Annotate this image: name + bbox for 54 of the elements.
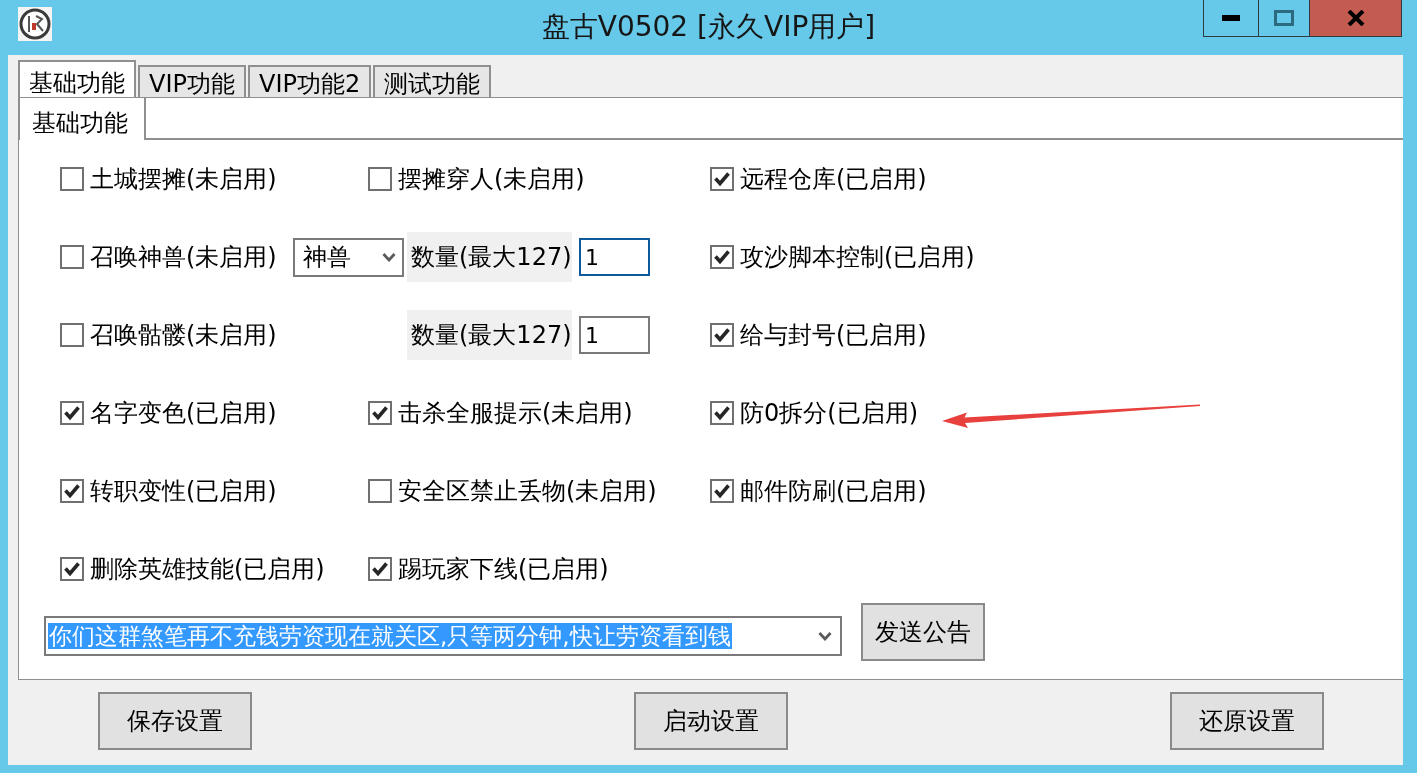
quantity-label: 数量(最大127) bbox=[407, 232, 572, 282]
checkbox[interactable] bbox=[60, 167, 84, 191]
minimize-icon bbox=[1222, 15, 1240, 21]
checkbox[interactable] bbox=[710, 167, 734, 191]
checkbox-label[interactable]: 土城摆摊(未启用) bbox=[90, 165, 277, 193]
checkbox[interactable] bbox=[710, 245, 734, 269]
send-notice-button[interactable]: 发送公告 bbox=[861, 603, 985, 661]
checkbox-label[interactable]: 名字变色(已启用) bbox=[90, 399, 277, 427]
checkbox-label[interactable]: 远程仓库(已启用) bbox=[740, 165, 927, 193]
app-logo-icon bbox=[18, 7, 52, 41]
quantity-field[interactable]: 1 bbox=[579, 316, 650, 354]
checkbox[interactable] bbox=[368, 557, 392, 581]
close-button[interactable] bbox=[1310, 0, 1402, 37]
checkbox[interactable] bbox=[710, 401, 734, 425]
dropdown-select[interactable]: 神兽 bbox=[293, 237, 404, 277]
checkbox[interactable] bbox=[60, 245, 84, 269]
tab[interactable]: VIP功能2 bbox=[247, 65, 372, 97]
maximize-icon bbox=[1274, 10, 1294, 26]
quantity-label: 数量(最大127) bbox=[407, 310, 572, 360]
checkbox[interactable] bbox=[710, 479, 734, 503]
action-button[interactable]: 保存设置 bbox=[98, 692, 252, 750]
action-button[interactable]: 启动设置 bbox=[634, 692, 788, 750]
checkbox-label[interactable]: 删除英雄技能(已启用) bbox=[90, 555, 325, 583]
tab[interactable]: 基础功能 bbox=[18, 60, 136, 97]
checkbox[interactable] bbox=[60, 479, 84, 503]
checkbox-label[interactable]: 给与封号(已启用) bbox=[740, 321, 927, 349]
checkbox-label[interactable]: 安全区禁止丢物(未启用) bbox=[398, 477, 657, 505]
checkbox[interactable] bbox=[368, 479, 392, 503]
window-title: 盘古V0502 [永久VIP用户] bbox=[541, 12, 876, 43]
quantity-field[interactable]: 1 bbox=[579, 238, 650, 276]
checkbox-label[interactable]: 踢玩家下线(已启用) bbox=[398, 555, 609, 583]
tab[interactable]: VIP功能 bbox=[138, 65, 246, 97]
checkbox[interactable] bbox=[60, 323, 84, 347]
checkbox-label[interactable]: 摆摊穿人(未启用) bbox=[398, 165, 585, 193]
minimize-button[interactable] bbox=[1203, 0, 1259, 37]
checkbox[interactable] bbox=[60, 401, 84, 425]
tab[interactable]: 测试功能 bbox=[373, 65, 492, 97]
checkbox[interactable] bbox=[368, 401, 392, 425]
checkbox-label[interactable]: 邮件防刷(已启用) bbox=[740, 477, 927, 505]
checkbox-label[interactable]: 防0拆分(已启用) bbox=[740, 399, 918, 427]
close-icon bbox=[1346, 10, 1365, 26]
checkbox[interactable] bbox=[710, 323, 734, 347]
checkbox[interactable] bbox=[368, 167, 392, 191]
checkbox[interactable] bbox=[60, 557, 84, 581]
chevron-down-icon bbox=[818, 631, 832, 641]
chevron-down-icon bbox=[382, 252, 396, 262]
checkbox-label[interactable]: 召唤神兽(未启用) bbox=[90, 243, 277, 271]
checkbox-label[interactable]: 击杀全服提示(未启用) bbox=[398, 399, 633, 427]
action-button[interactable]: 还原设置 bbox=[1170, 692, 1324, 750]
checkbox-label[interactable]: 攻沙脚本控制(已启用) bbox=[740, 243, 975, 271]
maximize-button[interactable] bbox=[1259, 0, 1310, 37]
checkbox-label[interactable]: 召唤骷髅(未启用) bbox=[90, 321, 277, 349]
tab[interactable]: 基础功能 bbox=[19, 98, 146, 140]
checkbox-label[interactable]: 转职变性(已启用) bbox=[90, 477, 277, 505]
